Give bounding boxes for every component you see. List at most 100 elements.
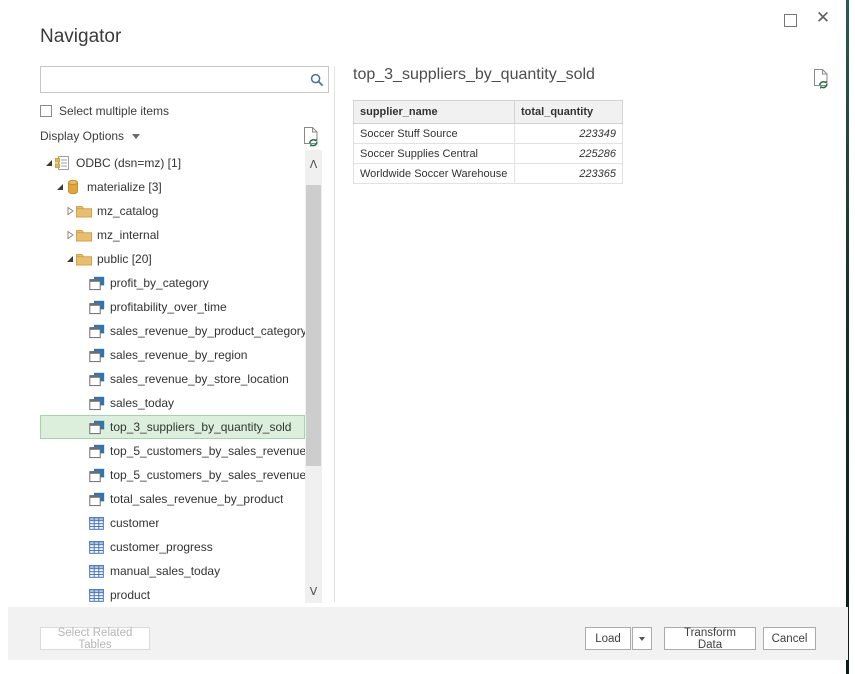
table-row: Soccer Stuff Source223349 — [354, 124, 623, 144]
tree-item-label: profit_by_category — [110, 276, 209, 290]
cell-total-quantity: 223349 — [515, 124, 623, 144]
tree-item-sales-revenue-by-region[interactable]: sales_revenue_by_region — [40, 343, 305, 367]
tree-item-label: customer_progress — [110, 540, 213, 554]
tree-item-materialize-3[interactable]: materialize [3] — [40, 175, 305, 199]
tree-item-top-3-suppliers-by-quantity-sold[interactable]: top_3_suppliers_by_quantity_sold — [40, 415, 305, 439]
tree-collapsed-icon[interactable] — [63, 230, 76, 240]
cell-supplier-name: Soccer Stuff Source — [354, 124, 515, 144]
background-window-edge — [846, 0, 849, 674]
close-icon[interactable]: ✕ — [813, 6, 833, 30]
table-row: Soccer Supplies Central225286 — [354, 144, 623, 164]
odbc-source-icon — [55, 155, 72, 171]
navigator-dialog: ✕ Navigator Select multiple items Displa… — [0, 0, 855, 674]
tree-item-sales-revenue-by-product-category[interactable]: sales_revenue_by_product_category — [40, 319, 305, 343]
table-icon — [89, 517, 106, 530]
navigator-tree: ODBC (dsn=mz) [1] materialize [3] mz_catal… — [40, 151, 305, 607]
tree-item-label: manual_sales_today — [110, 564, 220, 578]
tree-item-manual-sales-today[interactable]: manual_sales_today — [40, 559, 305, 583]
view-icon — [89, 492, 106, 507]
preview-table: supplier_nametotal_quantity Soccer Stuff… — [353, 100, 623, 184]
tree-item-sales-revenue-by-store-location[interactable]: sales_revenue_by_store_location — [40, 367, 305, 391]
maximize-icon[interactable] — [784, 14, 797, 27]
folder-icon — [76, 253, 93, 266]
tree-item-label: top_3_suppliers_by_quantity_sold — [110, 420, 291, 434]
tree-collapsed-icon[interactable] — [63, 206, 76, 216]
tree-item-product[interactable]: product — [40, 583, 305, 607]
search-input[interactable] — [41, 67, 306, 92]
tree-item-label: product — [110, 588, 150, 602]
tree-item-label: sales_revenue_by_store_location — [110, 372, 289, 386]
cell-supplier-name: Worldwide Soccer Warehouse — [354, 164, 515, 184]
pane-divider — [334, 66, 335, 602]
tree-item-label: ODBC (dsn=mz) [1] — [76, 156, 181, 170]
view-icon — [89, 468, 106, 483]
view-icon — [89, 300, 106, 315]
tree-item-profitability-over-time[interactable]: profitability_over_time — [40, 295, 305, 319]
chevron-down-icon — [132, 134, 140, 139]
tree-expanded-icon[interactable] — [53, 182, 66, 192]
tree-item-odbc-dsn-mz-1[interactable]: ODBC (dsn=mz) [1] — [40, 151, 305, 175]
tree-item-label: sales_today — [110, 396, 174, 410]
cell-total-quantity: 223365 — [515, 164, 623, 184]
tree-expanded-icon[interactable] — [42, 158, 55, 168]
select-multiple-items-label: Select multiple items — [59, 104, 169, 118]
table-icon — [89, 589, 106, 602]
database-icon — [66, 179, 83, 195]
tree-item-public-20[interactable]: public [20] — [40, 247, 305, 271]
table-row: Worldwide Soccer Warehouse223365 — [354, 164, 623, 184]
transform-data-button[interactable]: Transform Data — [664, 627, 756, 650]
tree-item-sales-today[interactable]: sales_today — [40, 391, 305, 415]
search-icon[interactable] — [306, 73, 328, 87]
tree-item-label: sales_revenue_by_region — [110, 348, 247, 362]
footer-bar: Select Related Tables Load Transform Dat… — [8, 607, 848, 660]
view-icon — [89, 396, 106, 411]
select-multiple-items-checkbox[interactable]: Select multiple items — [40, 104, 169, 118]
tree-item-mz-internal[interactable]: mz_internal — [40, 223, 305, 247]
column-header-supplier_name: supplier_name — [354, 101, 515, 124]
scrollbar-thumb[interactable] — [306, 185, 321, 466]
cell-total-quantity: 225286 — [515, 144, 623, 164]
scroll-up-icon[interactable]: ᐱ — [305, 156, 322, 172]
preview-table-body: Soccer Stuff Source223349Soccer Supplies… — [354, 124, 623, 184]
cell-supplier-name: Soccer Supplies Central — [354, 144, 515, 164]
view-icon — [89, 348, 106, 363]
scroll-down-icon[interactable]: ᐯ — [305, 583, 322, 599]
load-button[interactable]: Load — [585, 627, 631, 650]
tree-item-profit-by-category[interactable]: profit_by_category — [40, 271, 305, 295]
column-header-total_quantity: total_quantity — [515, 101, 623, 124]
tree-item-label: materialize [3] — [87, 180, 162, 194]
search-box — [40, 66, 329, 93]
tree-item-label: public [20] — [97, 252, 152, 266]
page-title: Navigator — [40, 26, 121, 48]
display-options-dropdown[interactable]: Display Options — [40, 129, 140, 143]
view-icon — [89, 276, 106, 291]
display-options-label: Display Options — [40, 129, 124, 143]
tree-item-label: mz_internal — [97, 228, 159, 242]
folder-icon — [76, 205, 93, 218]
tree-item-top-5-customers-by-sales-revenue[interactable]: top_5_customers_by_sales_revenue — [40, 439, 305, 463]
load-dropdown-button[interactable] — [632, 627, 652, 650]
cancel-button[interactable]: Cancel — [763, 627, 816, 650]
view-icon — [89, 324, 106, 339]
view-icon — [89, 420, 106, 435]
checkbox-icon[interactable] — [40, 105, 52, 117]
tree-scrollbar[interactable]: ᐱ ᐯ — [305, 150, 322, 603]
tree-item-customer[interactable]: customer — [40, 511, 305, 535]
tree-item-top-5-customers-by-sales-revenue-tim[interactable]: top_5_customers_by_sales_revenue_tim... — [40, 463, 305, 487]
preview-table-header-row: supplier_nametotal_quantity — [354, 101, 623, 124]
tree-item-label: profitability_over_time — [110, 300, 227, 314]
tree-item-label: top_5_customers_by_sales_revenue — [110, 444, 305, 458]
tree-item-customer-progress[interactable]: customer_progress — [40, 535, 305, 559]
preview-title: top_3_suppliers_by_quantity_sold — [353, 66, 595, 84]
tree-item-total-sales-revenue-by-product[interactable]: total_sales_revenue_by_product — [40, 487, 305, 511]
folder-icon — [76, 229, 93, 242]
refresh-preview-icon[interactable] — [810, 68, 831, 96]
table-icon — [89, 565, 106, 578]
tree-item-label: mz_catalog — [97, 204, 158, 218]
select-related-tables-button[interactable]: Select Related Tables — [40, 627, 150, 650]
tree-item-label: total_sales_revenue_by_product — [110, 492, 283, 506]
tree-expanded-icon[interactable] — [63, 254, 76, 264]
tree-item-mz-catalog[interactable]: mz_catalog — [40, 199, 305, 223]
view-icon — [89, 444, 106, 459]
tree-item-label: top_5_customers_by_sales_revenue_tim... — [110, 468, 305, 482]
